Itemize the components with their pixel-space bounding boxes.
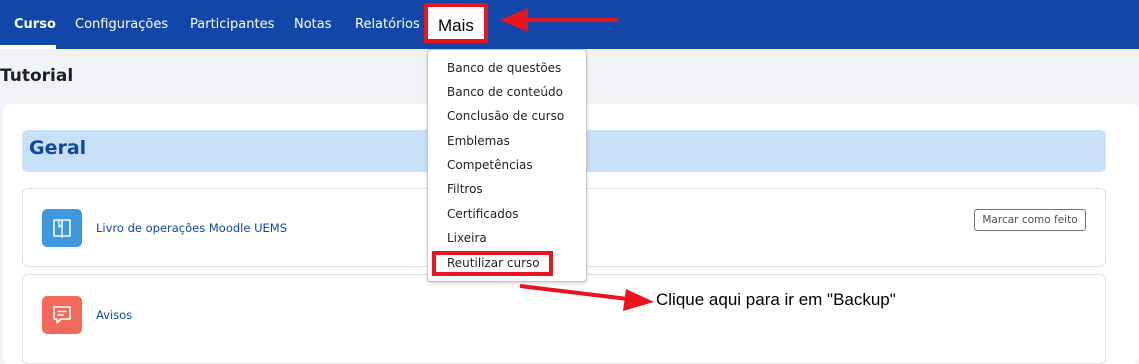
arrow-to-mais bbox=[500, 8, 618, 32]
arrow-to-reuse bbox=[519, 284, 654, 311]
annotation-text: Clique aqui para ir em "Backup" bbox=[656, 290, 896, 309]
annotation-arrows bbox=[500, 8, 654, 311]
